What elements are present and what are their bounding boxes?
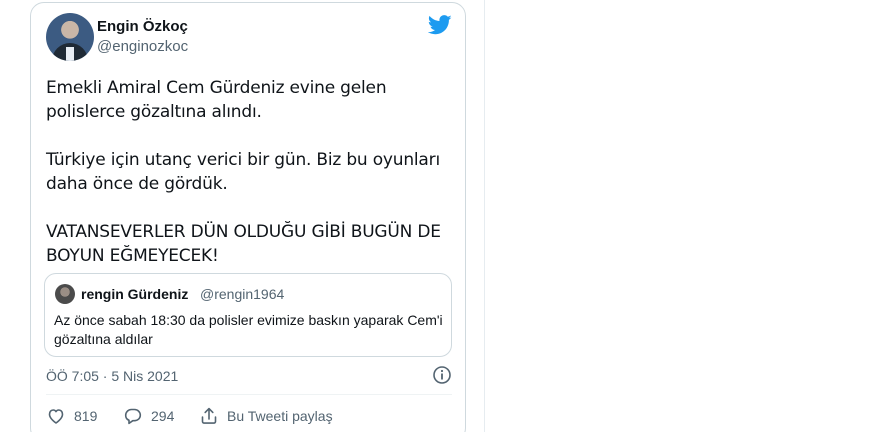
share-label: Bu Tweeti paylaş [227, 408, 333, 424]
like-button[interactable]: 819 [46, 406, 97, 426]
quoted-author-avatar [55, 284, 75, 304]
tweet-paragraph-3: VATANSEVERLER DÜN OLDUĞU GİBİ BUGÜN DE B… [46, 222, 441, 266]
author-handle[interactable]: @enginozkoc [97, 38, 188, 55]
share-icon [201, 407, 217, 424]
author-name[interactable]: Engin Özkoç [97, 18, 188, 35]
quoted-author-handle: @rengin1964 [200, 286, 285, 302]
reply-count: 294 [151, 408, 175, 424]
quoted-author-name: rengin Gürdeniz [81, 286, 189, 302]
share-button[interactable]: Bu Tweeti paylaş [199, 406, 333, 426]
heart-icon [48, 409, 64, 424]
quoted-tweet-text: Az önce sabah 18:30 da polisler evimize … [54, 312, 443, 347]
right-pane [474, 0, 880, 432]
tweet-paragraph-2: Türkiye için utanç verici bir gün. Biz b… [46, 150, 440, 194]
like-count: 819 [74, 408, 98, 424]
tweet-text: Emekli Amiral Cem Gürdeniz evine gelen p… [46, 76, 456, 292]
reply-icon [124, 408, 142, 425]
author-avatar[interactable] [46, 13, 94, 61]
tweet-timestamp[interactable]: ÖÖ 7:05 · 5 Nis 2021 [46, 368, 178, 384]
avatar-shirt [66, 47, 74, 61]
tweet-paragraph-1: Emekli Amiral Cem Gürdeniz evine gelen p… [46, 78, 387, 122]
left-gutter [0, 0, 30, 432]
twitter-bird-icon[interactable] [428, 15, 452, 35]
actions-separator [46, 394, 452, 395]
info-icon[interactable] [432, 365, 452, 385]
reply-button[interactable]: 294 [123, 406, 174, 426]
pane-divider [484, 0, 485, 432]
